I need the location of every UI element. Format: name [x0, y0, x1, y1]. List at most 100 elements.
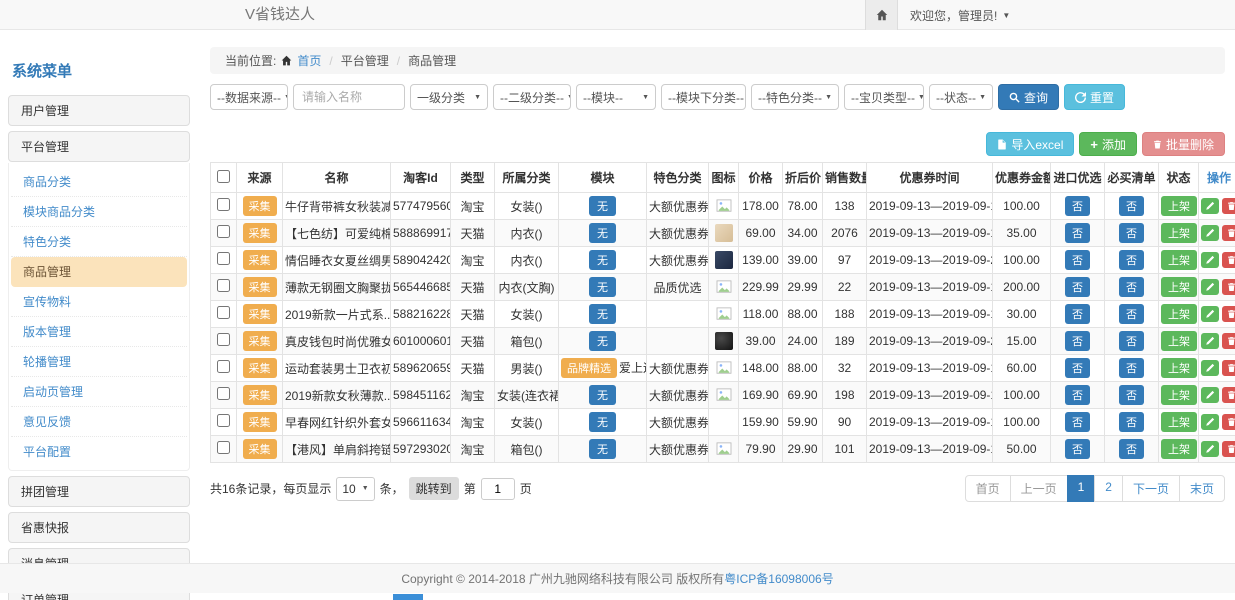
status-button[interactable]: 上架 — [1161, 196, 1197, 216]
status-button[interactable]: 上架 — [1161, 250, 1197, 270]
sidebar-subitem[interactable]: 模块商品分类 — [11, 197, 187, 227]
row-checkbox[interactable] — [217, 252, 230, 265]
delete-button[interactable] — [1222, 225, 1235, 241]
delete-button[interactable] — [1222, 441, 1235, 457]
status-button[interactable]: 上架 — [1161, 439, 1197, 459]
sidebar-subitem[interactable]: 平台配置 — [11, 437, 187, 466]
row-checkbox[interactable] — [217, 279, 230, 292]
delete-button[interactable] — [1222, 279, 1235, 295]
delete-button[interactable] — [1222, 414, 1235, 430]
filter-select[interactable]: --模块下分类-- ▼ — [661, 84, 746, 110]
sidebar-subitem[interactable]: 启动页管理 — [11, 377, 187, 407]
import-select-toggle[interactable]: 否 — [1065, 250, 1090, 270]
status-button[interactable]: 上架 — [1161, 412, 1197, 432]
batch-delete-button[interactable]: 批量删除 — [1142, 132, 1225, 156]
search-button[interactable]: 查询 — [998, 84, 1059, 110]
filter-select[interactable]: 一级分类 ▼ — [410, 84, 488, 110]
status-button[interactable]: 上架 — [1161, 385, 1197, 405]
sidebar-panel[interactable]: 平台管理 — [8, 131, 190, 162]
must-buy-toggle[interactable]: 否 — [1119, 331, 1144, 351]
page-number-input[interactable] — [481, 478, 515, 500]
sidebar-subitem[interactable]: 意见反馈 — [11, 407, 187, 437]
filter-select[interactable]: --二级分类-- ▼ — [493, 84, 571, 110]
reset-button[interactable]: 重置 — [1064, 84, 1125, 110]
import-select-toggle[interactable]: 否 — [1065, 439, 1090, 459]
edit-button[interactable] — [1201, 414, 1219, 430]
status-button[interactable]: 上架 — [1161, 358, 1197, 378]
must-buy-toggle[interactable]: 否 — [1119, 277, 1144, 297]
pager-button[interactable]: 下一页 — [1122, 475, 1180, 502]
sidebar-panel[interactable]: 拼团管理 — [8, 476, 190, 507]
select-all-checkbox[interactable] — [217, 170, 230, 183]
must-buy-toggle[interactable]: 否 — [1119, 439, 1144, 459]
row-checkbox[interactable] — [217, 306, 230, 319]
must-buy-toggle[interactable]: 否 — [1119, 223, 1144, 243]
must-buy-toggle[interactable]: 否 — [1119, 250, 1144, 270]
pager-button[interactable]: 2 — [1094, 475, 1123, 502]
name-search-input[interactable] — [293, 84, 405, 110]
delete-button[interactable] — [1222, 387, 1235, 403]
delete-button[interactable] — [1222, 252, 1235, 268]
delete-button[interactable] — [1222, 198, 1235, 214]
edit-button[interactable] — [1201, 306, 1219, 322]
icp-link[interactable]: 粤ICP备16098006号 — [724, 572, 833, 586]
edit-button[interactable] — [1201, 252, 1219, 268]
filter-select[interactable]: --数据来源-- ▼ — [210, 84, 288, 110]
import-select-toggle[interactable]: 否 — [1065, 196, 1090, 216]
filter-select[interactable]: --特色分类-- ▼ — [751, 84, 839, 110]
status-button[interactable]: 上架 — [1161, 223, 1197, 243]
sidebar-subitem[interactable]: 商品分类 — [11, 167, 187, 197]
edit-button[interactable] — [1201, 198, 1219, 214]
add-button[interactable]: + 添加 — [1079, 132, 1137, 156]
import-select-toggle[interactable]: 否 — [1065, 331, 1090, 351]
must-buy-toggle[interactable]: 否 — [1119, 196, 1144, 216]
row-checkbox[interactable] — [217, 414, 230, 427]
edit-button[interactable] — [1201, 360, 1219, 376]
status-button[interactable]: 上架 — [1161, 277, 1197, 297]
must-buy-toggle[interactable]: 否 — [1119, 385, 1144, 405]
jump-button[interactable]: 跳转到 — [409, 477, 459, 500]
edit-button[interactable] — [1201, 333, 1219, 349]
sidebar-subitem[interactable]: 商品管理 — [11, 257, 187, 287]
delete-button[interactable] — [1222, 333, 1235, 349]
pager-button[interactable]: 1 — [1067, 475, 1096, 502]
sidebar-subitem[interactable]: 版本管理 — [11, 317, 187, 347]
sidebar-subitem[interactable]: 宣传物料 — [11, 287, 187, 317]
edit-button[interactable] — [1201, 441, 1219, 457]
home-button[interactable] — [865, 0, 898, 30]
import-excel-button[interactable]: 导入excel — [986, 132, 1074, 156]
edit-button[interactable] — [1201, 279, 1219, 295]
delete-button[interactable] — [1222, 360, 1235, 376]
pager-button[interactable]: 首页 — [965, 475, 1011, 502]
breadcrumb-home-link[interactable]: 首页 — [297, 52, 321, 69]
row-checkbox[interactable] — [217, 198, 230, 211]
import-select-toggle[interactable]: 否 — [1065, 304, 1090, 324]
import-select-toggle[interactable]: 否 — [1065, 223, 1090, 243]
must-buy-toggle[interactable]: 否 — [1119, 412, 1144, 432]
row-checkbox[interactable] — [217, 387, 230, 400]
per-page-select[interactable]: 10 ▼ — [336, 477, 374, 501]
delete-button[interactable] — [1222, 306, 1235, 322]
row-checkbox[interactable] — [217, 333, 230, 346]
row-checkbox[interactable] — [217, 360, 230, 373]
pager-button[interactable]: 末页 — [1179, 475, 1225, 502]
status-button[interactable]: 上架 — [1161, 331, 1197, 351]
edit-button[interactable] — [1201, 387, 1219, 403]
must-buy-toggle[interactable]: 否 — [1119, 358, 1144, 378]
import-select-toggle[interactable]: 否 — [1065, 385, 1090, 405]
must-buy-toggle[interactable]: 否 — [1119, 304, 1144, 324]
status-button[interactable]: 上架 — [1161, 304, 1197, 324]
filter-select[interactable]: --宝贝类型-- ▼ — [844, 84, 924, 110]
edit-button[interactable] — [1201, 225, 1219, 241]
sidebar-panel[interactable]: 省惠快报 — [8, 512, 190, 543]
row-checkbox[interactable] — [217, 441, 230, 454]
sidebar-panel[interactable]: 用户管理 — [8, 95, 190, 126]
filter-select[interactable]: --模块-- ▼ — [576, 84, 656, 110]
sidebar-subitem[interactable]: 轮播管理 — [11, 347, 187, 377]
import-select-toggle[interactable]: 否 — [1065, 358, 1090, 378]
sidebar-subitem[interactable]: 特色分类 — [11, 227, 187, 257]
import-select-toggle[interactable]: 否 — [1065, 277, 1090, 297]
import-select-toggle[interactable]: 否 — [1065, 412, 1090, 432]
user-menu[interactable]: 欢迎您，管理员! ▼ — [898, 0, 1022, 30]
pager-button[interactable]: 上一页 — [1010, 475, 1068, 502]
